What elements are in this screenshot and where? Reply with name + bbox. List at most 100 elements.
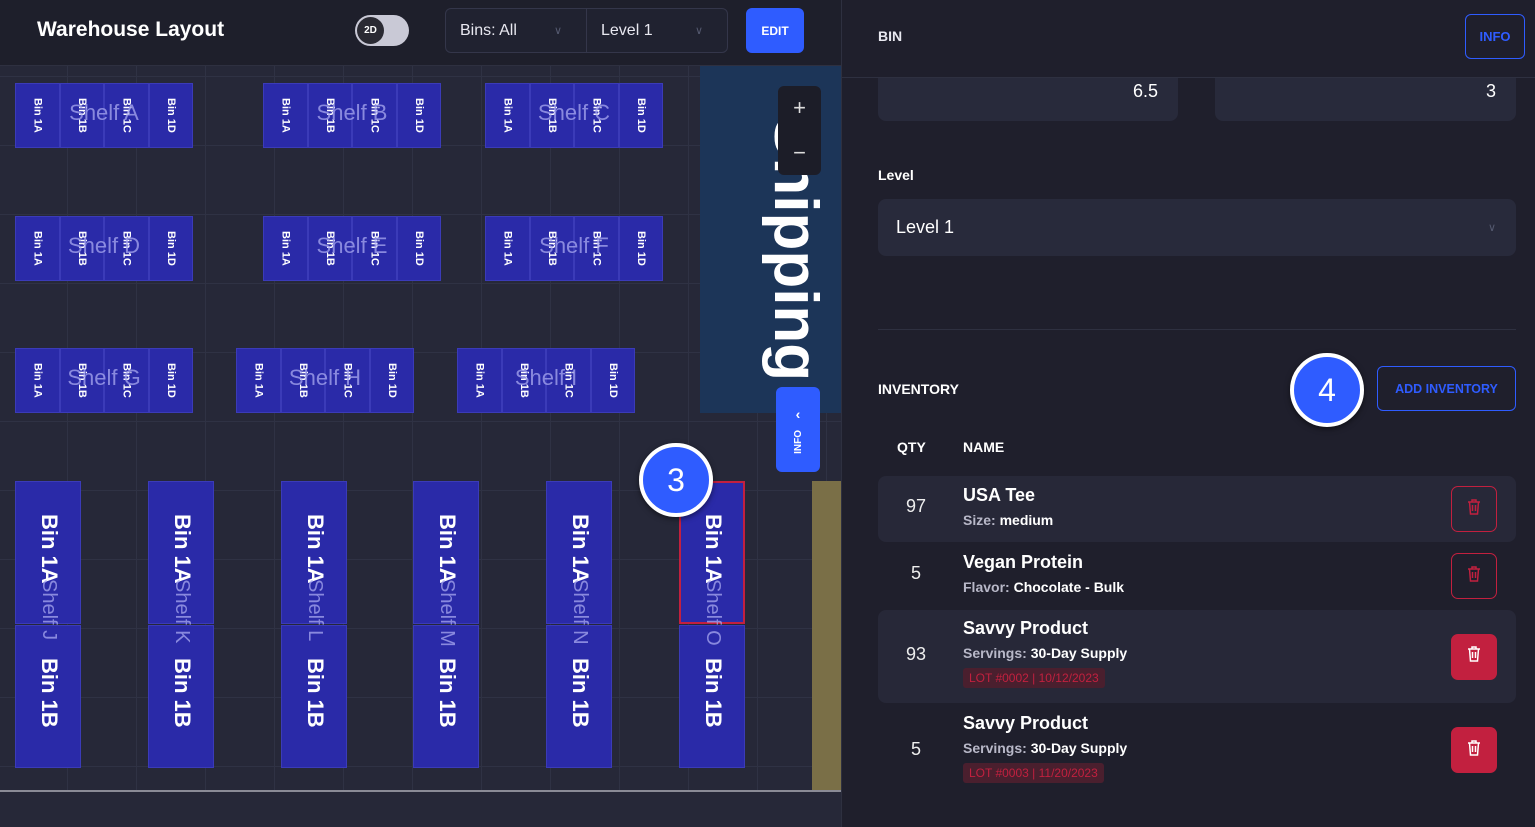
bin[interactable]: Bin 1A xyxy=(15,348,60,413)
bin[interactable]: Bin 1B xyxy=(546,625,612,768)
delete-item-button[interactable] xyxy=(1451,633,1497,680)
bin[interactable]: Bin 1C xyxy=(104,216,149,281)
bin[interactable]: Bin 1D xyxy=(148,348,193,413)
shelf-label: Shelf N xyxy=(569,579,591,645)
bin-label: Bin 1A xyxy=(252,363,265,398)
bin-label: Bin 1C xyxy=(120,363,133,398)
zone-area[interactable] xyxy=(812,481,841,790)
zoom-out-button[interactable]: − xyxy=(793,140,806,166)
level-select-value: Level 1 xyxy=(896,217,955,237)
bin-label: Bin 1A xyxy=(303,514,328,584)
bin[interactable]: Bin 1B xyxy=(281,625,347,768)
bin[interactable]: Bin 1C xyxy=(352,216,397,281)
bin[interactable]: Bin 1D xyxy=(618,216,663,281)
bin[interactable]: Bin 1C xyxy=(104,348,149,413)
edit-button[interactable]: EDIT xyxy=(746,8,804,53)
bin-label: Bin 1D xyxy=(606,363,619,398)
delete-item-button[interactable] xyxy=(1451,553,1497,599)
zoom-in-button[interactable]: + xyxy=(793,95,806,121)
bin-label: Bin 1D xyxy=(164,98,177,133)
shelf[interactable]: Bin 1A Bin 1B Bin 1C Bin 1D Shelf H xyxy=(236,348,414,413)
bin-label: Bin 1D xyxy=(164,231,177,266)
shelf[interactable]: Bin 1A Bin 1B Bin 1C Bin 1D Shelf C xyxy=(485,83,663,148)
shelf-label: Shelf J xyxy=(38,579,60,641)
bin[interactable]: Bin 1B xyxy=(529,83,574,148)
bin[interactable]: Bin 1B xyxy=(307,216,352,281)
warehouse-map-canvas[interactable]: Shipping Bin 1A Bin 1B Bin 1C Bin 1D Shelf A… xyxy=(0,66,841,790)
chevron-left-icon: ‹ xyxy=(795,405,801,422)
dimension-input-1[interactable]: 6.5 xyxy=(878,78,1178,121)
bin[interactable]: Bin 1B xyxy=(307,83,352,148)
bin[interactable]: Bin 1C xyxy=(574,83,619,148)
delete-item-button[interactable] xyxy=(1451,727,1497,773)
shelf[interactable]: Bin 1A Bin 1B Bin 1C Bin 1D Shelf G xyxy=(15,348,193,413)
add-inventory-button[interactable]: ADD INVENTORY xyxy=(1377,366,1516,411)
bin-label: Bin 1D xyxy=(412,98,425,133)
bin[interactable]: Bin 1D xyxy=(618,83,663,148)
delete-item-button[interactable] xyxy=(1451,486,1497,532)
bin[interactable]: Bin 1A xyxy=(485,83,530,148)
bin-label: Bin 1B xyxy=(435,658,460,728)
shelf[interactable]: Bin 1A Bin 1B Shelf M xyxy=(413,481,479,768)
bin[interactable]: Bin 1C xyxy=(352,83,397,148)
bin[interactable]: Bin 1C xyxy=(104,83,149,148)
bin[interactable]: Bin 1D xyxy=(396,216,441,281)
shelf[interactable]: Bin 1A Bin 1B Shelf K xyxy=(148,481,214,768)
bin[interactable]: Bin 1B xyxy=(501,348,546,413)
bins-filter-select[interactable]: Bins: All ∨ xyxy=(446,9,586,52)
inventory-row: 97 USA Tee Size: medium xyxy=(878,476,1516,542)
bin[interactable]: Bin 1A xyxy=(485,216,530,281)
shelf[interactable]: Bin 1A Bin 1B Bin 1C Bin 1D Shelf F xyxy=(485,216,663,281)
bin[interactable]: Bin 1B xyxy=(15,625,81,768)
bin[interactable]: Bin 1A xyxy=(263,83,308,148)
bin[interactable]: Bin 1D xyxy=(148,216,193,281)
bin-label: Bin 1A xyxy=(701,514,726,584)
bin-label: Bin 1C xyxy=(590,231,603,266)
info-panel-tab[interactable]: ‹ INFO xyxy=(776,387,820,472)
shelf[interactable]: Bin 1A Bin 1B Shelf J xyxy=(15,481,81,768)
section-divider xyxy=(878,329,1516,330)
bin[interactable]: Bin 1D xyxy=(590,348,635,413)
shelf[interactable]: Bin 1A Bin 1B Bin 1C Bin 1D Shelf I xyxy=(457,348,635,413)
item-name: Savvy Product xyxy=(963,713,1089,733)
shelf[interactable]: Bin 1A Bin 1B Bin 1C Bin 1D Shelf E xyxy=(263,216,441,281)
bin[interactable]: Bin 1B xyxy=(679,625,745,768)
info-button[interactable]: INFO xyxy=(1465,14,1525,59)
bin[interactable]: Bin 1A xyxy=(236,348,281,413)
bin[interactable]: Bin 1D xyxy=(396,83,441,148)
bin[interactable]: Bin 1D xyxy=(148,83,193,148)
bin[interactable]: Bin 1B xyxy=(280,348,325,413)
bin-label: Bin 1B xyxy=(170,658,195,728)
bin[interactable]: Bin 1B xyxy=(59,348,104,413)
bin[interactable]: Bin 1C xyxy=(546,348,591,413)
shelf[interactable]: Bin 1A Bin 1B Bin 1C Bin 1D Shelf B xyxy=(263,83,441,148)
shelf[interactable]: Bin 1A Bin 1B Shelf O xyxy=(679,481,745,768)
bin[interactable]: Bin 1A xyxy=(263,216,308,281)
shelf[interactable]: Bin 1A Bin 1B Shelf N xyxy=(546,481,612,768)
bin[interactable]: Bin 1A xyxy=(457,348,502,413)
page-title: Warehouse Layout xyxy=(37,18,225,41)
inventory-row: 93 Savvy Product Servings: 30-Day Supply… xyxy=(878,610,1516,703)
bin[interactable]: Bin 1B xyxy=(529,216,574,281)
attribute-key: Servings: xyxy=(963,645,1027,661)
dimension-input-2[interactable]: 3 xyxy=(1215,78,1516,121)
shelf[interactable]: Bin 1A Bin 1B Shelf L xyxy=(281,481,347,768)
bin[interactable]: Bin 1C xyxy=(574,216,619,281)
level-filter-select[interactable]: Level 1 ∨ xyxy=(586,9,727,52)
shelf[interactable]: Bin 1A Bin 1B Bin 1C Bin 1D Shelf D xyxy=(15,216,193,281)
bin-label: Bin 1D xyxy=(634,231,647,266)
bin[interactable]: Bin 1C xyxy=(325,348,370,413)
bin[interactable]: Bin 1B xyxy=(148,625,214,768)
bin-label: Bin 1A xyxy=(170,514,195,584)
zoom-controls: + − xyxy=(778,86,821,175)
level-select[interactable]: Level 1 ∨ xyxy=(878,199,1516,256)
bin[interactable]: Bin 1A xyxy=(15,216,60,281)
bin[interactable]: Bin 1B xyxy=(59,83,104,148)
attribute-value: 30-Day Supply xyxy=(1030,645,1128,661)
view-mode-toggle[interactable]: 2D xyxy=(355,15,409,46)
bin[interactable]: Bin 1A xyxy=(15,83,60,148)
shelf[interactable]: Bin 1A Bin 1B Bin 1C Bin 1D Shelf A xyxy=(15,83,193,148)
bin[interactable]: Bin 1D xyxy=(369,348,414,413)
bin[interactable]: Bin 1B xyxy=(59,216,104,281)
trash-icon xyxy=(1467,646,1481,667)
